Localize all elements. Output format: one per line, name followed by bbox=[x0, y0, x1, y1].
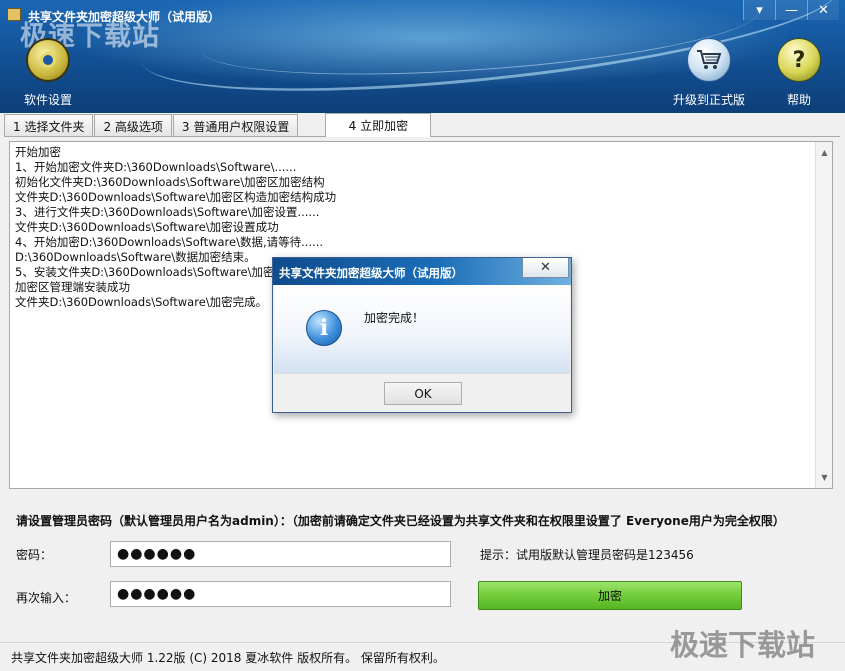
dropdown-button[interactable]: ▾ bbox=[743, 0, 775, 20]
log-line: 1、开始加密文件夹D:\360Downloads\Software\...... bbox=[15, 160, 297, 174]
tab-advanced-options[interactable]: 2 高级选项 bbox=[94, 114, 172, 137]
dialog-message: 加密完成！ bbox=[364, 311, 425, 325]
completion-dialog: 共享文件夹加密超级大师（试用版） ✕ i 加密完成！ OK bbox=[272, 257, 572, 413]
app-header: 共享文件夹加密超级大师（试用版） 极速下载站 ▾ — ✕ 软件设置 升级到正式版… bbox=[0, 0, 845, 113]
dialog-title: 共享文件夹加密超级大师（试用版） bbox=[279, 266, 463, 280]
log-line: 3、进行文件夹D:\360Downloads\Software\加密设置....… bbox=[15, 205, 320, 219]
ok-button[interactable]: OK bbox=[384, 382, 462, 405]
tab-strip: 1 选择文件夹 2 高级选项 3 普通用户权限设置 4 立即加密 bbox=[4, 113, 432, 137]
scroll-down-arrow-icon[interactable]: ▼ bbox=[816, 469, 833, 486]
log-line: 初始化文件夹D:\360Downloads\Software\加密区加密结构 bbox=[15, 175, 325, 189]
watermark-bottom: 极速下载站 bbox=[670, 628, 816, 662]
admin-password-notice: 请设置管理员密码（默认管理员用户名为admin）：（加密前请确定文件夹已经设置为… bbox=[16, 514, 785, 528]
log-line: 开始加密 bbox=[15, 145, 61, 159]
gear-icon bbox=[26, 38, 70, 82]
encrypt-button[interactable]: 加密 bbox=[478, 581, 742, 610]
log-scrollbar[interactable]: ▲ ▼ bbox=[815, 142, 832, 488]
tab-encrypt-now[interactable]: 4 立即加密 bbox=[325, 113, 432, 137]
app-icon bbox=[7, 8, 21, 21]
help-icon: ? bbox=[777, 38, 821, 82]
help-button[interactable]: ? 帮助 bbox=[777, 38, 821, 108]
close-button[interactable]: ✕ bbox=[807, 0, 839, 20]
shopping-cart-icon bbox=[687, 38, 731, 82]
dialog-close-button[interactable]: ✕ bbox=[522, 258, 569, 278]
password-hint: 提示：试用版默认管理员密码是123456 bbox=[480, 548, 694, 562]
upgrade-label: 升级到正式版 bbox=[673, 93, 746, 107]
minimize-button[interactable]: — bbox=[775, 0, 807, 20]
password-input[interactable]: ●●●●●● bbox=[110, 541, 451, 567]
upgrade-button[interactable]: 升级到正式版 bbox=[673, 38, 745, 108]
help-label: 帮助 bbox=[786, 93, 811, 107]
dialog-body: i 加密完成！ bbox=[274, 285, 570, 373]
log-line: 文件夹D:\360Downloads\Software\加密区构造加密结构成功 bbox=[15, 190, 337, 204]
log-line: 4、开始加密D:\360Downloads\Software\数据,请等待...… bbox=[15, 235, 324, 249]
tab-user-permissions[interactable]: 3 普通用户权限设置 bbox=[172, 114, 299, 137]
tab-select-folder[interactable]: 1 选择文件夹 bbox=[4, 114, 94, 137]
scroll-up-arrow-icon[interactable]: ▲ bbox=[816, 144, 833, 161]
settings-button[interactable]: 软件设置 bbox=[24, 38, 72, 108]
window-controls: ▾ — ✕ bbox=[743, 0, 839, 20]
confirm-password-input[interactable]: ●●●●●● bbox=[110, 581, 451, 607]
password-label: 密码： bbox=[16, 548, 53, 562]
settings-label: 软件设置 bbox=[24, 93, 73, 107]
info-icon: i bbox=[306, 310, 342, 346]
log-line: 文件夹D:\360Downloads\Software\加密设置成功 bbox=[15, 220, 279, 234]
dialog-footer: OK bbox=[274, 373, 570, 412]
confirm-password-label: 再次输入： bbox=[16, 591, 77, 605]
copyright-text: 共享文件夹加密超级大师 1.22版 (C) 2018 夏冰软件 版权所有。 保留… bbox=[11, 651, 445, 665]
